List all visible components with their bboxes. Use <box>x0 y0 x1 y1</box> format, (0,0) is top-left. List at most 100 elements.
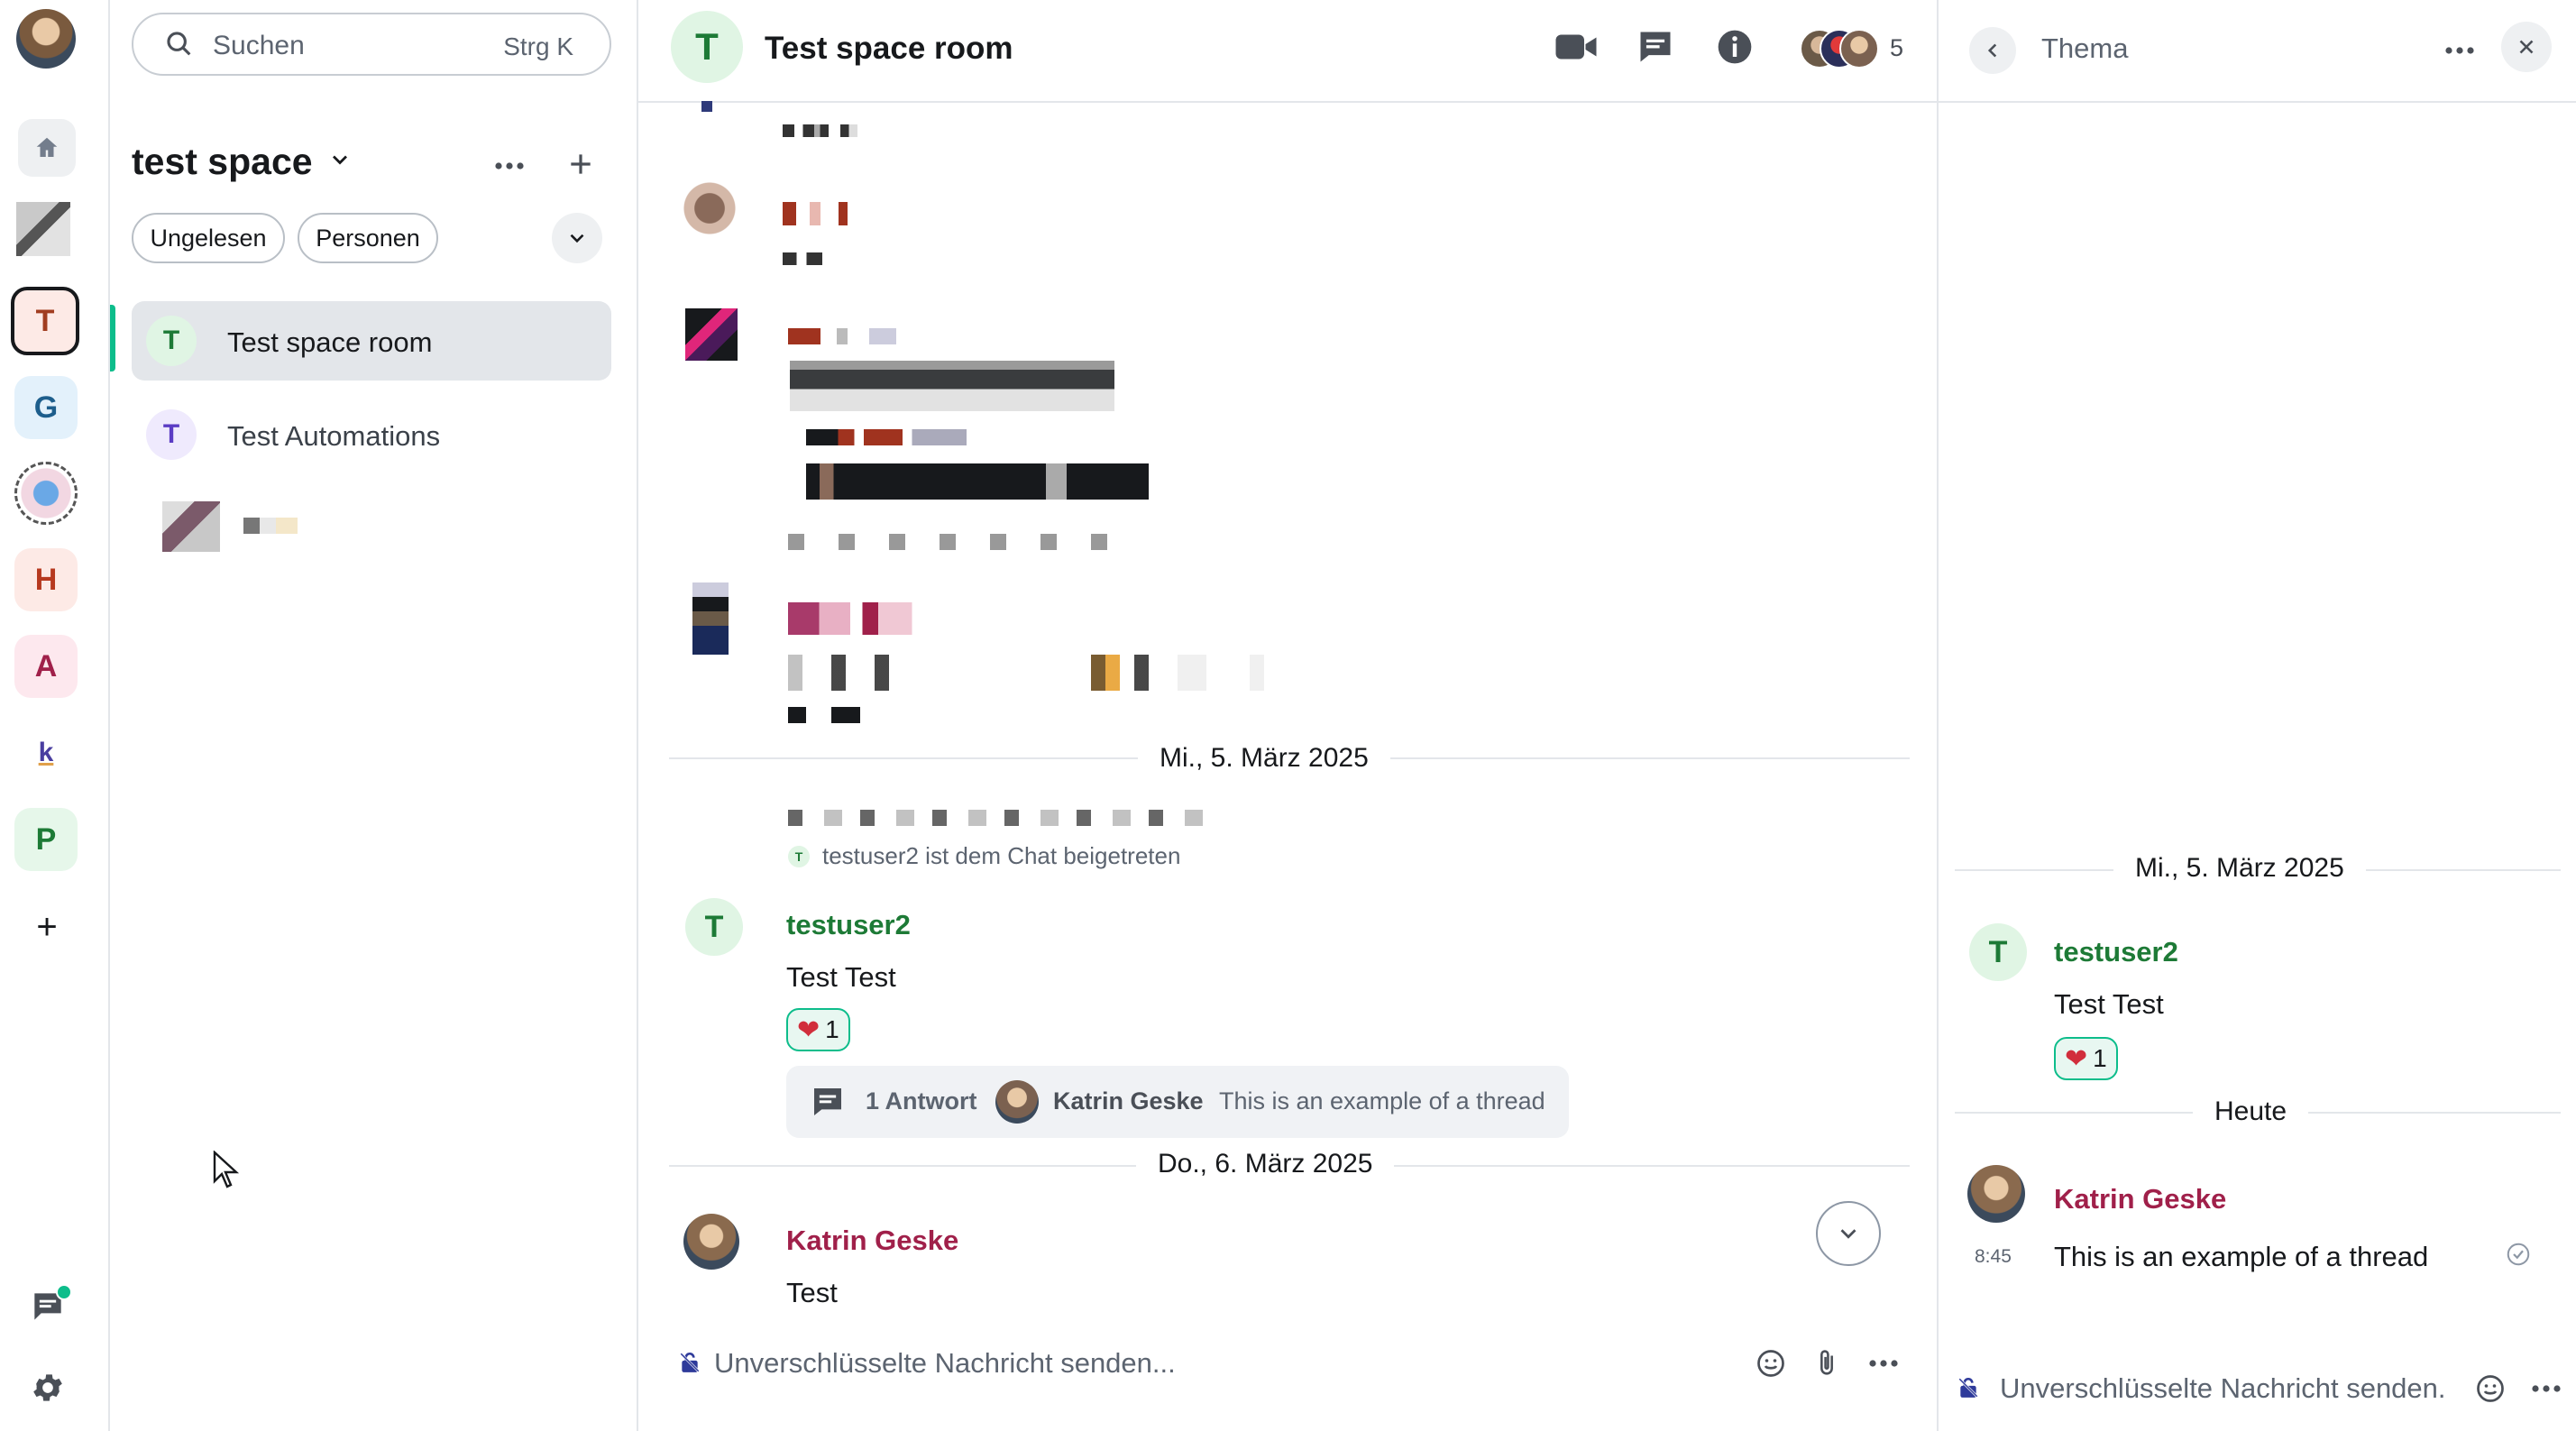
space-a[interactable]: A <box>14 635 78 698</box>
room-options-icon[interactable] <box>487 148 532 184</box>
heart-icon: ❤ <box>2065 1043 2088 1074</box>
sender-avatar[interactable] <box>683 1214 739 1270</box>
thread-title: Thema <box>2041 32 2129 64</box>
message-sender[interactable]: Katrin Geske <box>2054 1183 2226 1215</box>
notification-dot <box>56 1284 72 1300</box>
close-icon[interactable] <box>2501 22 2552 72</box>
member-avatars[interactable]: 5 <box>1792 27 1919 69</box>
space-k[interactable]: k <box>14 721 78 784</box>
more-options-icon[interactable] <box>2525 1369 2568 1408</box>
message-body: This is an example of a thread <box>2054 1241 2429 1272</box>
sender-avatar[interactable]: T <box>1969 923 2027 981</box>
attachment-icon[interactable] <box>1807 1344 1847 1383</box>
space-g[interactable]: G <box>14 376 78 439</box>
thread-summary[interactable]: 1 Antwort Katrin Geske This is an exampl… <box>786 1066 1569 1138</box>
member-avatar <box>1839 29 1879 69</box>
room-item-blurred[interactable] <box>132 489 611 568</box>
room-header-title[interactable]: Test space room <box>765 31 1013 67</box>
message-sender[interactable]: testuser2 <box>786 909 911 941</box>
emoji-icon[interactable] <box>1751 1344 1791 1383</box>
thread-options-icon[interactable] <box>2436 27 2483 74</box>
filter-people[interactable]: Personen <box>298 213 438 263</box>
room-header-avatar[interactable]: T <box>671 11 743 83</box>
filter-unread[interactable]: Ungelesen <box>132 213 285 263</box>
blurred-message-2 <box>783 202 894 225</box>
thread-preview: This is an example of a thread <box>1219 1087 1545 1115</box>
today-separator: Heute <box>2193 1096 2309 1127</box>
heart-reaction[interactable]: ❤ 1 <box>786 1008 850 1051</box>
blurred-avatar-4 <box>692 582 729 655</box>
space-title-text: test space <box>132 141 313 182</box>
room-view: T Test space room 5 Mi., 5. März 2025 T … <box>638 0 1937 1431</box>
search-placeholder: Suchen <box>213 31 305 60</box>
video-call-icon[interactable] <box>1551 23 1601 70</box>
space-p[interactable]: P <box>14 808 78 871</box>
thread-icon <box>810 1084 846 1124</box>
room-info-icon[interactable] <box>1710 23 1760 70</box>
user-avatar[interactable] <box>16 9 76 69</box>
blurred-message-1-text <box>783 124 927 137</box>
room-name: Test space room <box>227 326 433 358</box>
space-t[interactable]: T <box>11 287 79 355</box>
room-avatar: T <box>146 409 197 460</box>
blurred-message-3-line <box>806 429 967 445</box>
add-space-icon[interactable]: + <box>18 902 76 952</box>
search-input[interactable]: Suchen Strg K <box>132 13 611 76</box>
sender-avatar[interactable]: T <box>685 898 743 956</box>
blurred-message-3-name <box>788 328 896 344</box>
emoji-icon[interactable] <box>2471 1369 2510 1408</box>
selected-room-indicator <box>110 305 115 372</box>
thread-author: Katrin Geske <box>1053 1087 1204 1115</box>
search-icon <box>164 29 195 64</box>
unencrypted-icon <box>1957 1376 1980 1404</box>
threads-activity-icon[interactable] <box>22 1280 74 1333</box>
blurred-message-3-line3 <box>788 534 1131 550</box>
heart-icon: ❤ <box>797 1014 820 1045</box>
join-notice: T testuser2 ist dem Chat beigetreten <box>788 842 1180 870</box>
message-input[interactable]: Unverschlüsselte Nachricht senden... <box>714 1347 1176 1380</box>
blurred-message-1 <box>701 101 712 112</box>
blurred-message-3-line2 <box>806 463 1149 500</box>
thread-panel: Thema Mi., 5. März 2025 T testuser2 Test… <box>1937 0 2576 1431</box>
thread-author-avatar <box>995 1080 1039 1124</box>
blurred-avatar-2 <box>682 177 738 240</box>
heart-reaction[interactable]: ❤ 1 <box>2054 1037 2118 1080</box>
blurred-space-avatar[interactable] <box>16 202 70 256</box>
blurred-message-3-card <box>790 361 1114 411</box>
room-name: Test Automations <box>227 420 441 452</box>
read-receipt-check-icon <box>2505 1241 2532 1272</box>
room-list-panel: Suchen Strg K test space Ungelesen Perso… <box>110 0 638 1431</box>
filters-expand-icon[interactable] <box>552 213 602 263</box>
space-chat-bubbles-avatar[interactable] <box>14 462 78 525</box>
thread-message-input[interactable]: Unverschlüsselte Nachricht senden. <box>2000 1372 2446 1405</box>
message-time: 8:45 <box>1975 1246 2012 1267</box>
more-options-icon[interactable] <box>1861 1344 1906 1383</box>
room-header: T Test space room 5 <box>638 0 1937 103</box>
blurred-event-line <box>788 810 1221 826</box>
blurred-message-2-b <box>783 252 822 265</box>
home-icon[interactable] <box>18 119 76 177</box>
reaction-count: 1 <box>2093 1044 2107 1072</box>
room-item-test-space-room[interactable]: T Test space room <box>132 301 611 381</box>
blurred-avatar <box>162 501 220 552</box>
blurred-message-4-name <box>788 602 943 635</box>
member-count: 5 <box>1890 34 1904 61</box>
blurred-room-name <box>243 518 298 534</box>
back-icon[interactable] <box>1969 27 2016 74</box>
mouse-cursor <box>213 1150 240 1193</box>
add-room-icon[interactable] <box>561 144 600 184</box>
room-avatar: T <box>146 316 197 366</box>
room-item-test-automations[interactable]: T Test Automations <box>132 395 611 474</box>
date-separator: Mi., 5. März 2025 <box>1138 743 1390 774</box>
thread-date-separator: Mi., 5. März 2025 <box>2113 853 2366 884</box>
space-h[interactable]: H <box>14 548 78 611</box>
settings-gear-icon[interactable] <box>22 1362 74 1414</box>
threads-icon[interactable] <box>1630 23 1681 70</box>
message-sender[interactable]: Katrin Geske <box>786 1225 958 1257</box>
message-sender[interactable]: testuser2 <box>2054 936 2178 968</box>
space-title[interactable]: test space <box>132 141 353 183</box>
join-notice-avatar: T <box>788 845 810 867</box>
message-body: Test Test <box>786 961 896 993</box>
jump-to-bottom-icon[interactable] <box>1816 1201 1881 1266</box>
sender-avatar[interactable] <box>1967 1165 2025 1223</box>
